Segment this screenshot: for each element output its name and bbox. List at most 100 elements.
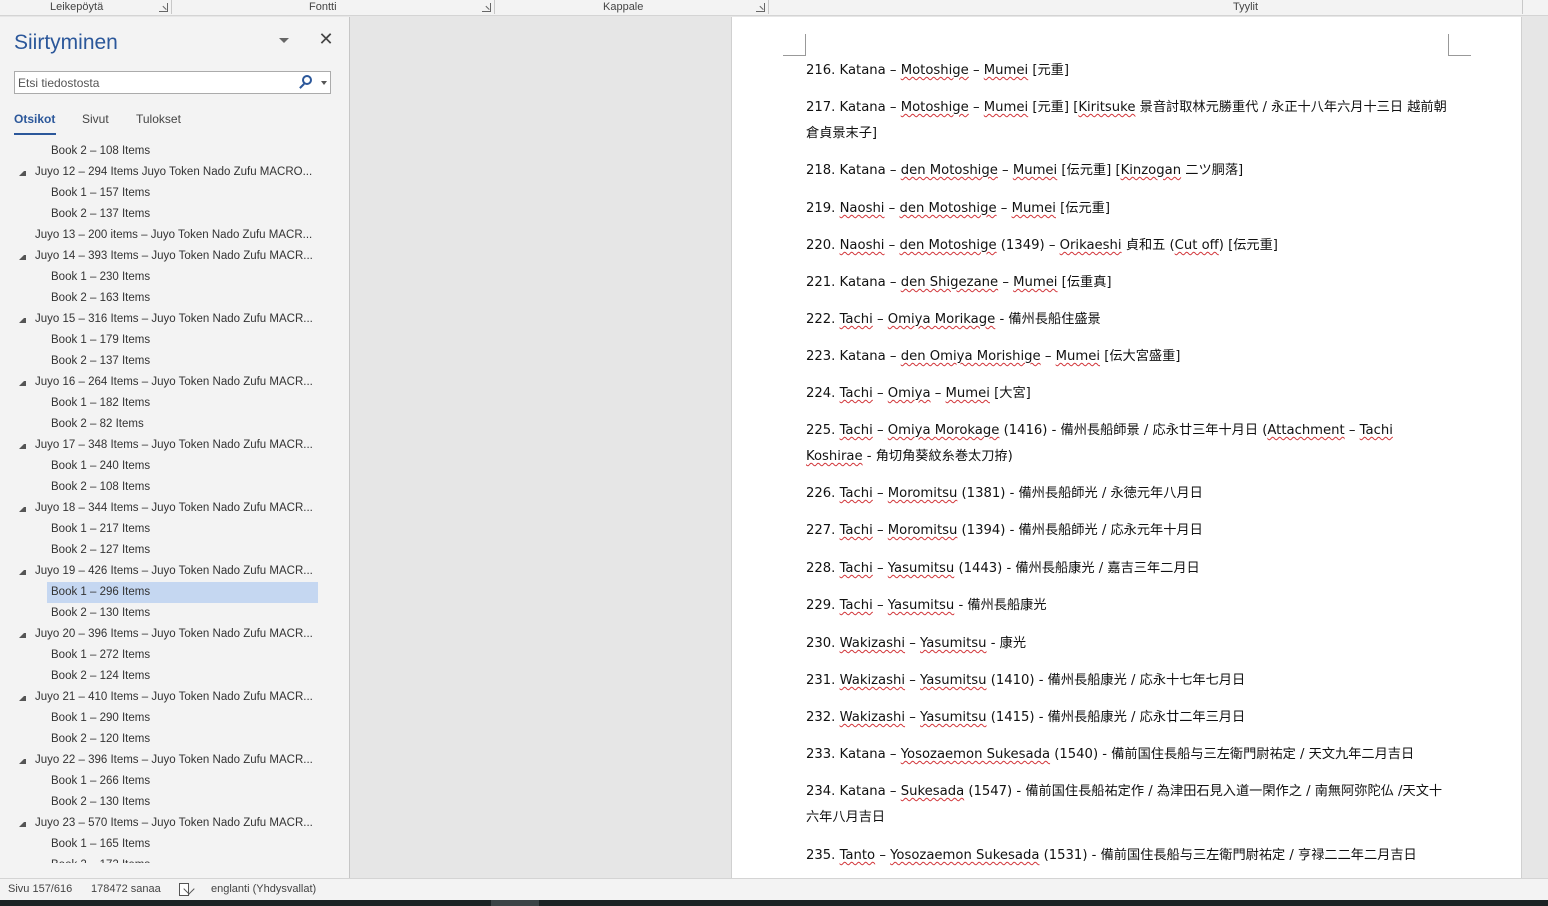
taskbar-active-app[interactable] <box>491 900 539 906</box>
heading-level2-item[interactable]: Book 2 – 130 Items <box>47 603 318 624</box>
heading-level2-item[interactable]: Book 2 – 127 Items <box>47 540 318 561</box>
expand-collapse-triangle-icon[interactable] <box>19 316 26 323</box>
document-entry[interactable]: 235. Tanto – Yosozaemon Sukesada (1531) … <box>806 843 1451 869</box>
spellcheck-flagged-word: Tachi <box>839 423 873 438</box>
expand-collapse-triangle-icon[interactable] <box>19 568 26 575</box>
heading-level1-item[interactable]: Juyo 16 – 264 Items – Juyo Token Nado Zu… <box>35 372 318 393</box>
document-entry[interactable]: 230. Wakizashi – Yasumitsu - 康光 <box>806 631 1451 657</box>
document-entry[interactable]: 216. Katana – Motoshige – Mumei [元重] <box>806 58 1451 84</box>
expand-collapse-triangle-icon[interactable] <box>19 442 26 449</box>
heading-level1-item[interactable]: Juyo 21 – 410 Items – Juyo Token Nado Zu… <box>35 687 318 708</box>
page-counter[interactable]: Sivu 157/616 <box>8 883 72 895</box>
heading-level2-item[interactable]: Book 2 – 172 Items <box>47 855 318 863</box>
heading-level2-item[interactable]: Book 1 – 179 Items <box>47 330 318 351</box>
expand-collapse-triangle-icon[interactable] <box>19 505 26 512</box>
font-launcher-icon[interactable] <box>482 3 491 12</box>
heading-level2-item[interactable]: Book 2 – 108 Items <box>47 477 318 498</box>
entry-text: [伝大宮盛重] <box>1100 349 1181 364</box>
document-entry[interactable]: 224. Tachi – Omiya – Mumei [大宮] <box>806 381 1451 407</box>
spellcheck-flagged-word: Tachi <box>839 598 873 613</box>
heading-level2-item[interactable]: Book 2 – 137 Items <box>47 351 318 372</box>
heading-level1-item[interactable]: Juyo 18 – 344 Items – Juyo Token Nado Zu… <box>35 498 318 519</box>
search-button[interactable] <box>298 74 330 91</box>
spellcheck-flagged-word: Yasumitsu <box>920 636 987 651</box>
spellcheck-flagged-word: Tachi <box>839 486 873 501</box>
document-entry[interactable]: 229. Tachi – Yasumitsu - 備州長船康光 <box>806 593 1451 619</box>
heading-level2-item[interactable]: Book 1 – 266 Items <box>47 771 318 792</box>
expand-collapse-triangle-icon[interactable] <box>19 379 26 386</box>
search-options-chevron-down-icon[interactable] <box>321 81 327 85</box>
document-entry[interactable]: 223. Katana – den Omiya Morishige – Mume… <box>806 344 1451 370</box>
document-entry[interactable]: 222. Tachi – Omiya Morikage - 備州長船住盛景 <box>806 307 1451 333</box>
entry-text: 224. <box>806 386 840 401</box>
heading-level1-item[interactable]: Juyo 19 – 426 Items – Juyo Token Nado Zu… <box>35 561 318 582</box>
heading-level2-item[interactable]: Book 1 – 157 Items <box>47 183 318 204</box>
search-input[interactable] <box>18 74 293 91</box>
proofing-icon[interactable] <box>179 883 193 896</box>
heading-level2-item[interactable]: Book 1 – 230 Items <box>47 267 318 288</box>
expand-collapse-triangle-icon[interactable] <box>19 694 26 701</box>
spellcheck-flagged-word: Yasumitsu <box>887 561 955 576</box>
heading-level2-item[interactable]: Book 1 – 296 Items <box>47 582 318 603</box>
entry-text: ) [伝元重] <box>1218 238 1278 253</box>
paragraph-launcher-icon[interactable] <box>756 3 765 12</box>
tab-pages[interactable]: Sivut <box>82 112 109 126</box>
heading-level1-item[interactable]: Juyo 23 – 570 Items – Juyo Token Nado Zu… <box>35 813 318 834</box>
document-entry[interactable]: 220. Naoshi – den Motoshige (1349) – Ori… <box>806 233 1451 259</box>
document-entry[interactable]: 221. Katana – den Shigezane – Mumei [伝重真… <box>806 270 1451 296</box>
document-entry[interactable]: 219. Naoshi – den Motoshige – Mumei [伝元重… <box>806 196 1451 222</box>
document-entry[interactable]: 227. Tachi – Moromitsu (1394) - 備州長船師光 /… <box>806 518 1451 544</box>
heading-level2-item[interactable]: Book 2 – 124 Items <box>47 666 318 687</box>
spellcheck-flagged-word: Mumei <box>983 63 1029 78</box>
heading-level2-item[interactable]: Book 2 – 163 Items <box>47 288 318 309</box>
document-entry[interactable]: 225. Tachi – Omiya Morokage (1416) - 備州長… <box>806 418 1451 470</box>
heading-level2-item[interactable]: Book 2 – 82 Items <box>47 414 318 435</box>
tab-headings[interactable]: Otsikot <box>14 112 55 126</box>
heading-level1-item[interactable]: Juyo 12 – 294 Items Juyo Token Nado Zufu… <box>35 162 318 183</box>
entry-text: (1443) - 備州長船康光 / 嘉吉三年二月日 <box>954 561 1200 576</box>
heading-level2-item[interactable]: Book 2 – 130 Items <box>47 792 318 813</box>
document-entry[interactable]: 217. Katana – Motoshige – Mumei [元重] [Ki… <box>806 95 1451 147</box>
spellcheck-flagged-word: den Motoshige <box>899 238 997 253</box>
document-entry[interactable]: 231. Wakizashi – Yasumitsu (1410) - 備州長船… <box>806 668 1451 694</box>
expand-collapse-triangle-icon[interactable] <box>19 820 26 827</box>
heading-level2-item[interactable]: Book 1 – 182 Items <box>47 393 318 414</box>
heading-level1-item[interactable]: Juyo 20 – 396 Items – Juyo Token Nado Zu… <box>35 624 318 645</box>
spellcheck-flagged-word: Mumei <box>1011 201 1056 216</box>
close-icon[interactable]: ✕ <box>318 30 334 48</box>
heading-level2-item[interactable]: Book 1 – 272 Items <box>47 645 318 666</box>
heading-level1-item[interactable]: Juyo 17 – 348 Items – Juyo Token Nado Zu… <box>35 435 318 456</box>
tab-results[interactable]: Tulokset <box>136 112 181 126</box>
entry-text: 220. <box>806 238 840 253</box>
document-entry[interactable]: 234. Katana – Sukesada (1547) - 備前国住長船祐定… <box>806 779 1451 831</box>
heading-level1-item[interactable]: Juyo 15 – 316 Items – Juyo Token Nado Zu… <box>35 309 318 330</box>
heading-level2-item[interactable]: Book 1 – 165 Items <box>47 834 318 855</box>
expand-collapse-triangle-icon[interactable] <box>19 253 26 260</box>
word-count[interactable]: 178472 sanaa <box>91 883 161 895</box>
document-entry[interactable]: 232. Wakizashi – Yasumitsu (1415) - 備州長船… <box>806 705 1451 731</box>
expand-collapse-triangle-icon[interactable] <box>19 631 26 638</box>
language-indicator[interactable]: englanti (Yhdysvallat) <box>211 883 316 895</box>
heading-level2-item[interactable]: Book 2 – 137 Items <box>47 204 318 225</box>
heading-level1-item[interactable]: Juyo 22 – 396 Items – Juyo Token Nado Zu… <box>35 750 318 771</box>
heading-level2-item[interactable]: Book 1 – 240 Items <box>47 456 318 477</box>
document-entry[interactable]: 233. Katana – Yosozaemon Sukesada (1540)… <box>806 742 1451 768</box>
document-entry[interactable]: 228. Tachi – Yasumitsu (1443) - 備州長船康光 /… <box>806 556 1451 582</box>
heading-level1-item[interactable]: Juyo 14 – 393 Items – Juyo Token Nado Zu… <box>35 246 318 267</box>
heading-level2-item[interactable]: Book 1 – 217 Items <box>47 519 318 540</box>
pane-options-chevron-down-icon[interactable] <box>278 37 290 45</box>
entry-text: [元重] [ <box>1028 100 1079 115</box>
heading-level2-item[interactable]: Book 2 – 120 Items <box>47 729 318 750</box>
entry-text: – <box>872 486 888 501</box>
document-entry[interactable]: 226. Tachi – Moromitsu (1381) - 備州長船師光 /… <box>806 481 1451 507</box>
entry-text: – <box>872 598 888 613</box>
document-entry[interactable]: 218. Katana – den Motoshige – Mumei [伝元重… <box>806 158 1451 184</box>
entry-text: 219. <box>806 201 840 216</box>
entry-text: [元重] <box>1028 63 1070 78</box>
heading-level1-item[interactable]: Juyo 13 – 200 items – Juyo Token Nado Zu… <box>35 225 318 246</box>
expand-collapse-triangle-icon[interactable] <box>19 757 26 764</box>
clipboard-launcher-icon[interactable] <box>159 3 168 12</box>
heading-level2-item[interactable]: Book 1 – 290 Items <box>47 708 318 729</box>
expand-collapse-triangle-icon[interactable] <box>19 169 26 176</box>
heading-level2-item[interactable]: Book 2 – 108 Items <box>47 141 318 162</box>
